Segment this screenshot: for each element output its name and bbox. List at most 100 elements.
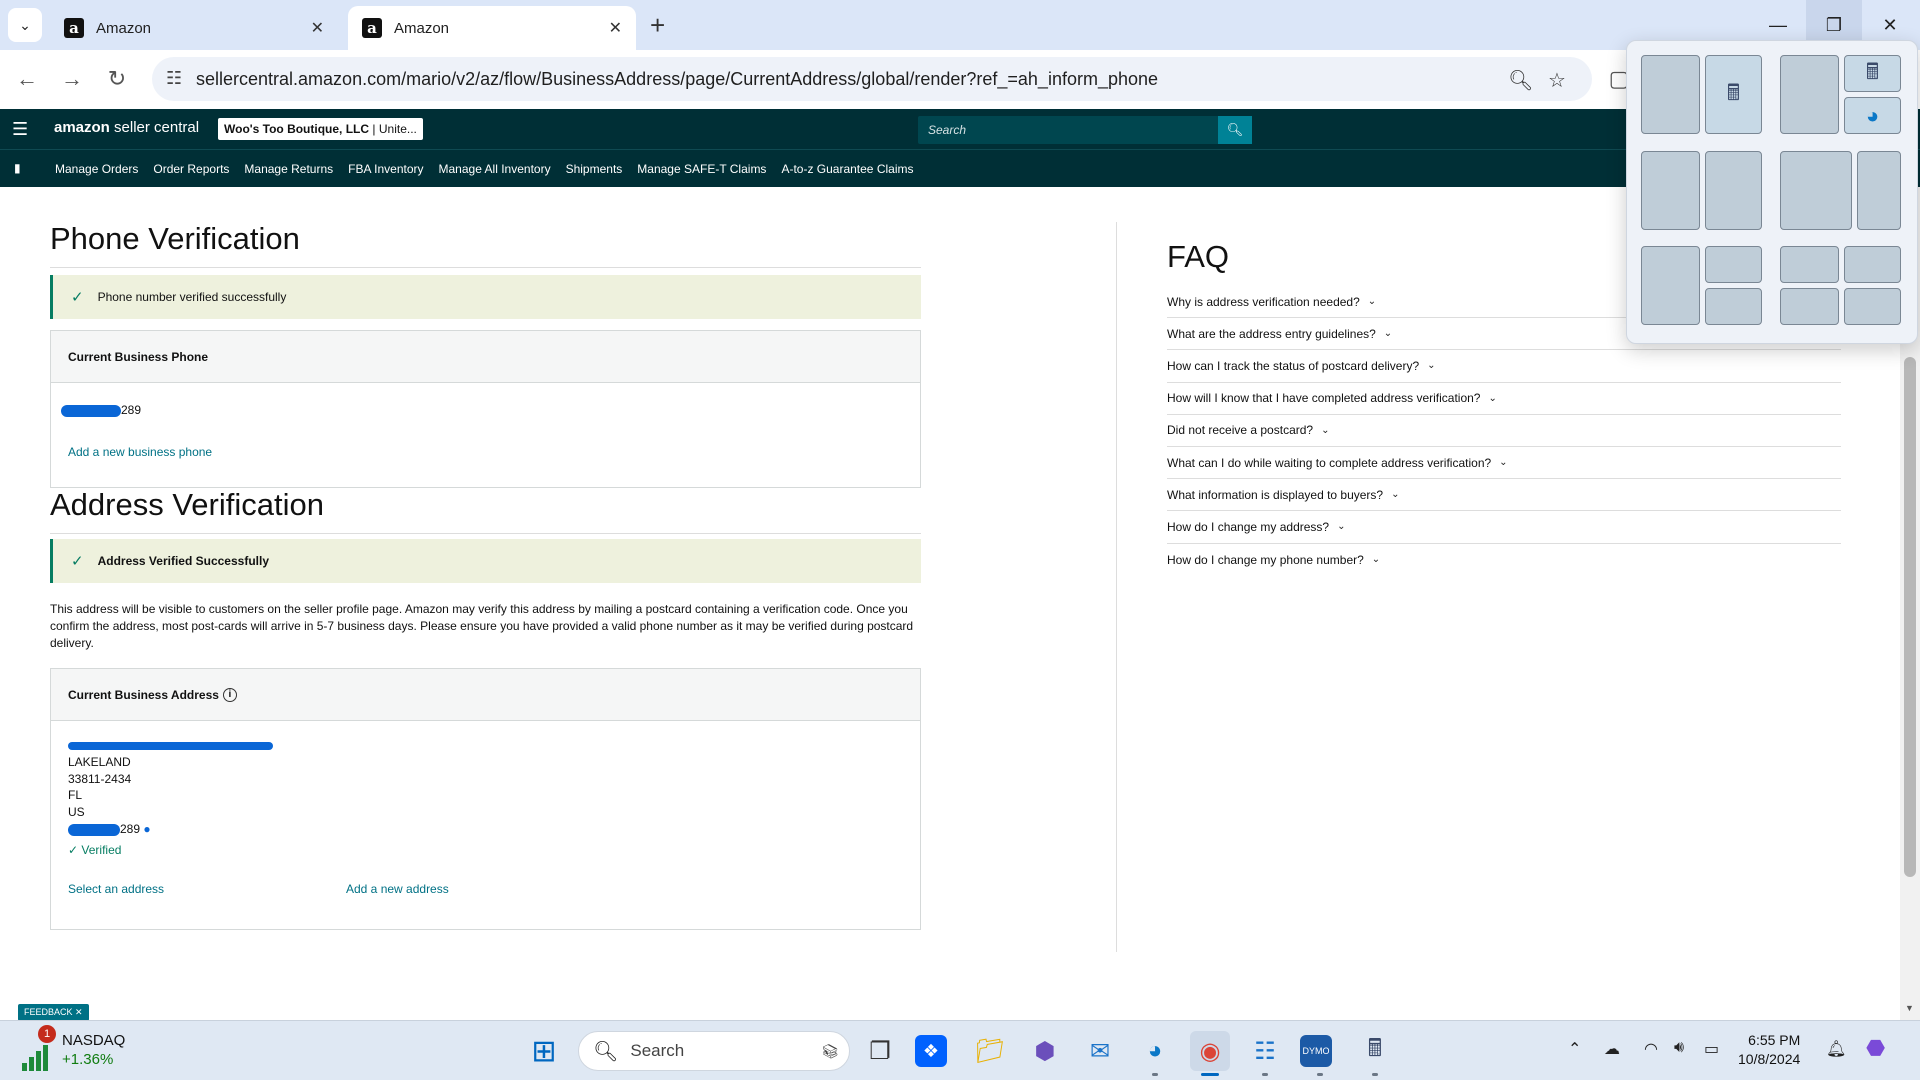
address-lines: LAKELAND 33811-2434 FL US 289 ● ✓ Verifi… — [68, 737, 273, 859]
faq-item[interactable]: What information is displayed to buyers?… — [1167, 479, 1841, 512]
nav-order-reports[interactable]: Order Reports — [153, 162, 229, 176]
calculator-icon: 🖩︎ — [1726, 79, 1741, 105]
new-tab-icon[interactable]: + — [650, 10, 665, 41]
snap-zone[interactable] — [1641, 246, 1700, 325]
tray-overflow-icon[interactable]: ⌃ — [1568, 1039, 1581, 1059]
faq-item[interactable]: How do I change my address? ⌄ — [1167, 511, 1841, 544]
taskbar-search[interactable]: 🔍︎ Search 📚︎ — [578, 1031, 850, 1071]
file-explorer-icon[interactable]: 📁︎ — [970, 1031, 1010, 1071]
chevron-down-icon: ⌄ — [1391, 489, 1400, 501]
current-phone-header: Current Business Phone — [51, 331, 920, 383]
phone-verification-title: Phone Verification — [50, 221, 921, 268]
snap-layouts-flyout: 🖩︎ 🖩︎ ◕ — [1626, 40, 1918, 344]
tab-search-icon[interactable]: ⌄ — [8, 8, 42, 42]
scrollbar-thumb[interactable] — [1904, 357, 1916, 877]
chevron-down-icon: ⌄ — [1321, 424, 1330, 436]
select-address-link[interactable]: Select an address — [68, 882, 164, 896]
zoom-icon[interactable]: 🔍︎ — [1508, 68, 1533, 93]
address-city: LAKELAND — [68, 754, 131, 769]
address-success-alert: ✓ Address Verified Successfully — [50, 539, 921, 583]
snap-zone[interactable] — [1641, 55, 1700, 134]
nav-manage-returns[interactable]: Manage Returns — [244, 162, 333, 176]
nav-manage-all-inventory[interactable]: Manage All Inventory — [439, 162, 551, 176]
seller-search: 🔍︎ — [918, 116, 1252, 144]
nav-fba-inventory[interactable]: FBA Inventory — [348, 162, 423, 176]
dropbox-icon[interactable]: ❖ — [915, 1035, 947, 1067]
column-divider — [1116, 222, 1117, 952]
snap-zone[interactable] — [1857, 151, 1901, 230]
snap-zone[interactable] — [1705, 151, 1762, 230]
task-view-icon[interactable]: ❐ — [860, 1031, 900, 1071]
edge-icon[interactable]: ◕ — [1135, 1031, 1175, 1071]
nav-shipments[interactable]: Shipments — [566, 162, 623, 176]
account-switcher-button[interactable]: Woo's Too Boutique, LLC | Unite... — [218, 118, 423, 140]
tab-close-icon[interactable]: ✕ — [609, 18, 622, 38]
battery-icon[interactable]: ▭ — [1704, 1039, 1719, 1059]
faq-item[interactable]: How do I change my phone number? ⌄ — [1167, 544, 1841, 576]
snap-zone[interactable] — [1844, 288, 1901, 325]
dymo-connect-icon[interactable]: DYMO — [1300, 1035, 1332, 1067]
faq-item[interactable]: How can I track the status of postcard d… — [1167, 350, 1841, 383]
nav-manage-orders[interactable]: Manage Orders — [55, 162, 138, 176]
add-business-phone-link[interactable]: Add a new business phone — [68, 445, 212, 459]
snap-zone[interactable] — [1780, 55, 1839, 134]
snap-zone[interactable] — [1705, 246, 1762, 283]
current-address-box: Current Business Address i LAKELAND 3381… — [50, 668, 921, 930]
current-phone-value: 289 — [61, 403, 141, 417]
hamburger-menu-icon[interactable]: ☰ — [12, 119, 28, 140]
site-info-icon[interactable]: ☷ — [166, 68, 182, 89]
system-clock[interactable]: 6:55 PM 10/8/2024 — [1738, 1031, 1800, 1069]
chrome-icon[interactable]: ◉ — [1190, 1031, 1230, 1071]
windows-start-icon[interactable]: ⊞ — [524, 1031, 564, 1071]
phone-success-alert: ✓ Phone number verified successfully — [50, 275, 921, 319]
notepad-icon[interactable]: ☷ — [1245, 1031, 1285, 1071]
nav-manage-safe-t-claims[interactable]: Manage SAFE-T Claims — [637, 162, 766, 176]
snap-zone[interactable] — [1780, 151, 1852, 230]
running-indicator — [1152, 1073, 1158, 1076]
onedrive-icon[interactable]: ☁ — [1604, 1039, 1620, 1059]
snap-zone[interactable] — [1780, 246, 1839, 283]
back-icon[interactable]: ← — [10, 62, 44, 96]
current-phone-box: Current Business Phone 289 Add a new bus… — [50, 330, 921, 488]
seller-search-input[interactable] — [918, 116, 1218, 144]
address-bar[interactable]: ☷ sellercentral.amazon.com/mario/v2/az/f… — [152, 57, 1592, 101]
faq-item[interactable]: What can I do while waiting to complete … — [1167, 447, 1841, 480]
tab-amazon-2[interactable]: a Amazon ✕ — [348, 6, 636, 50]
volume-icon[interactable]: 🔊︎ — [1674, 1039, 1684, 1057]
copilot-pre-icon[interactable]: ⬣ — [1866, 1035, 1885, 1061]
url-text[interactable]: sellercentral.amazon.com/mario/v2/az/flo… — [196, 69, 1158, 90]
bookmark-icon[interactable]: ▮ — [14, 161, 21, 175]
mail-icon[interactable]: ✉ — [1080, 1031, 1120, 1071]
faq-title: FAQ — [1167, 239, 1230, 274]
star-icon[interactable]: ☆ — [1548, 68, 1566, 93]
running-indicator — [1317, 1073, 1323, 1076]
redaction-mark — [68, 741, 273, 750]
wifi-icon[interactable]: ◠ — [1644, 1039, 1658, 1059]
current-address-header: Current Business Address i — [51, 669, 920, 721]
forward-icon[interactable]: → — [55, 62, 89, 96]
chevron-down-icon: ⌄ — [1371, 554, 1381, 566]
scroll-down-icon[interactable]: ▼ — [1905, 1003, 1914, 1013]
snap-zone[interactable] — [1780, 288, 1839, 325]
seller-central-logo[interactable]: amazon seller central — [54, 119, 199, 136]
copilot-icon[interactable]: ⬢ — [1025, 1031, 1065, 1071]
stock-chart-icon — [22, 1043, 52, 1071]
faq-item[interactable]: Did not receive a postcard? ⌄ — [1167, 415, 1841, 447]
nav-a-to-z-claims[interactable]: A-to-z Guarantee Claims — [781, 162, 913, 176]
snap-zone[interactable] — [1705, 288, 1762, 325]
add-new-address-link[interactable]: Add a new address — [346, 882, 449, 896]
info-icon[interactable]: i — [222, 687, 237, 702]
clock-date: 10/8/2024 — [1738, 1051, 1801, 1067]
reload-icon[interactable]: ↻ — [100, 62, 134, 96]
snap-zone[interactable] — [1844, 246, 1901, 283]
stock-widget[interactable]: 1 NASDAQ +1.36% — [22, 1025, 125, 1071]
tab-amazon-1[interactable]: a Amazon ✕ — [50, 6, 338, 50]
search-icon[interactable]: 🔍︎ — [1218, 116, 1252, 144]
faq-item[interactable]: How will I know that I have completed ad… — [1167, 383, 1841, 415]
notification-bell-icon[interactable]: 🔔︎ — [1826, 1039, 1846, 1059]
snap-zone[interactable] — [1641, 151, 1700, 230]
calculator-icon[interactable]: 🖩︎ — [1355, 1031, 1395, 1071]
feedback-button[interactable]: FEEDBACK ✕ — [18, 1004, 89, 1021]
running-indicator — [1262, 1073, 1268, 1076]
tab-close-icon[interactable]: ✕ — [311, 18, 324, 38]
